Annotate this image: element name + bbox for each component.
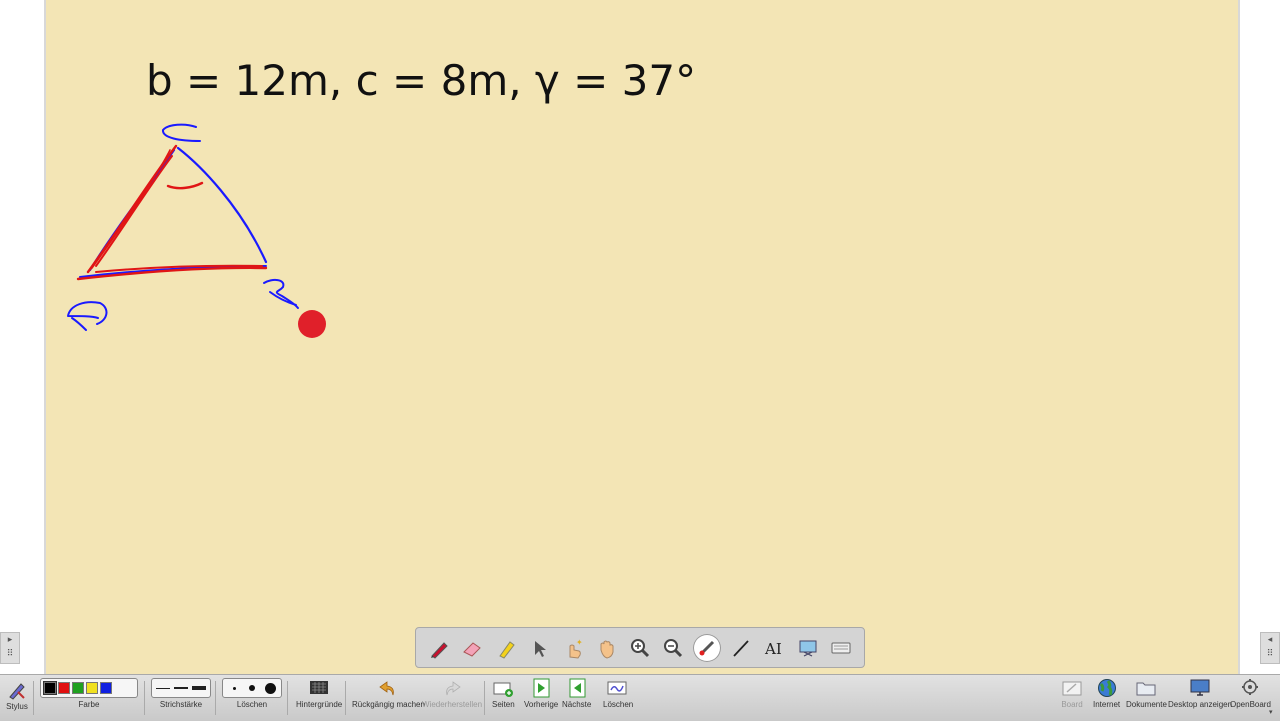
- laser-pointer-dot: [298, 310, 326, 338]
- clear-page-icon: [607, 681, 627, 695]
- globe-icon: [1097, 679, 1116, 697]
- clear-label: Löschen: [603, 700, 634, 709]
- vertex-label-a: [67, 301, 108, 331]
- separator: [215, 681, 216, 715]
- svg-text:✦: ✦: [576, 638, 583, 647]
- undo-icon: [379, 681, 395, 696]
- separator: [33, 681, 34, 715]
- color-yellow-swatch[interactable]: [86, 682, 98, 694]
- next-page-icon: [569, 678, 586, 698]
- previous-label: Vorherige: [524, 700, 559, 709]
- zoom-out-icon[interactable]: [659, 634, 687, 662]
- eraser-small-option[interactable]: [226, 681, 242, 695]
- undo-label: Rückgängig machen: [352, 700, 425, 709]
- backgrounds-label: Hintergründe: [296, 700, 343, 709]
- openboard-menu-button[interactable]: OpenBoard: [1230, 678, 1271, 709]
- left-panel-toggle[interactable]: ▸ ⠿: [0, 632, 20, 664]
- show-desktop-button[interactable]: Desktop anzeigen: [1168, 678, 1232, 709]
- separator: [345, 681, 346, 715]
- internet-button[interactable]: Internet: [1093, 678, 1120, 709]
- stylus-button[interactable]: Stylus: [6, 678, 28, 711]
- interact-icon[interactable]: ✦: [559, 634, 587, 662]
- monitor-icon: [1190, 679, 1210, 696]
- redo-icon: [446, 681, 461, 696]
- pen-icon[interactable]: [425, 634, 453, 662]
- redo-label: Wiederherstellen: [422, 700, 483, 709]
- color-green-swatch[interactable]: [72, 682, 84, 694]
- svg-text:AI: AI: [764, 640, 782, 658]
- triangle-side-a: [176, 146, 268, 264]
- color-blue-swatch[interactable]: [100, 682, 112, 694]
- redo-button[interactable]: Wiederherstellen: [422, 678, 482, 709]
- next-page-button[interactable]: Nächste: [562, 678, 591, 709]
- floating-tool-palette: ✦ AI: [415, 627, 865, 668]
- folder-icon: [1136, 682, 1156, 696]
- previous-page-icon: [533, 678, 550, 698]
- ink-layer: [67, 123, 326, 338]
- zoom-in-icon[interactable]: [626, 634, 654, 662]
- next-label: Nächste: [562, 700, 592, 709]
- hand-icon[interactable]: [592, 634, 620, 662]
- color-picker: Farbe: [40, 678, 138, 709]
- bottom-toolbar: Stylus Farbe Strichstärke Löschen Hinter…: [0, 674, 1280, 721]
- capture-icon[interactable]: [794, 634, 822, 662]
- separator: [287, 681, 288, 715]
- openboard-label: OpenBoard: [1230, 700, 1271, 709]
- internet-label: Internet: [1093, 700, 1121, 709]
- text-icon[interactable]: AI: [760, 634, 788, 662]
- eraser-icon[interactable]: [458, 634, 486, 662]
- stroke-medium-option[interactable]: [173, 681, 189, 695]
- previous-page-button[interactable]: Vorherige: [524, 678, 558, 709]
- angle-gamma-arc: [166, 181, 204, 190]
- eraser-size-picker: Löschen: [222, 678, 282, 709]
- erase-label: Löschen: [236, 700, 268, 709]
- separator: [144, 681, 145, 715]
- stylus-label: Stylus: [6, 702, 28, 711]
- board-icon: [1062, 681, 1082, 696]
- pages-label: Seiten: [492, 700, 515, 709]
- add-page-icon: [493, 682, 514, 697]
- pointer-icon[interactable]: [525, 634, 553, 662]
- color-black-swatch[interactable]: [43, 681, 57, 695]
- red-side-b-2: [95, 155, 173, 267]
- documents-label: Dokumente: [1126, 700, 1167, 709]
- stylus-icon: [9, 683, 25, 700]
- highlighter-icon[interactable]: [492, 634, 520, 662]
- desktop-label: Desktop anzeigen: [1168, 700, 1233, 709]
- backgrounds-icon: [310, 681, 329, 694]
- keyboard-icon[interactable]: [827, 634, 855, 662]
- eraser-medium-option[interactable]: [244, 681, 260, 695]
- vertex-label-b: [263, 278, 299, 309]
- stroke-thick-option[interactable]: [191, 681, 207, 695]
- chevron-down-icon[interactable]: ▾: [1269, 708, 1273, 716]
- backgrounds-button[interactable]: Hintergründe: [296, 678, 342, 709]
- clear-page-button[interactable]: Löschen: [603, 678, 633, 709]
- board-button[interactable]: Board: [1061, 678, 1083, 709]
- pages-button[interactable]: Seiten: [492, 678, 515, 709]
- line-icon[interactable]: [727, 634, 755, 662]
- stroke-label: Strichstärke: [159, 700, 203, 709]
- color-red-swatch[interactable]: [58, 682, 70, 694]
- gear-icon: [1242, 679, 1259, 695]
- right-panel-toggle[interactable]: ◂ ⠿: [1260, 632, 1280, 664]
- eraser-large-option[interactable]: [262, 681, 278, 695]
- undo-button[interactable]: Rückgängig machen: [352, 678, 425, 709]
- red-side-b-1: [86, 144, 178, 274]
- laser-pointer-icon[interactable]: [693, 633, 722, 662]
- board-label: Board: [1061, 700, 1083, 709]
- separator: [484, 681, 485, 715]
- vertex-label-c: [162, 123, 201, 142]
- stroke-thin-option[interactable]: [155, 681, 171, 695]
- color-label: Farbe: [78, 700, 100, 709]
- stroke-width-picker: Strichstärke: [151, 678, 211, 709]
- documents-button[interactable]: Dokumente: [1126, 678, 1167, 709]
